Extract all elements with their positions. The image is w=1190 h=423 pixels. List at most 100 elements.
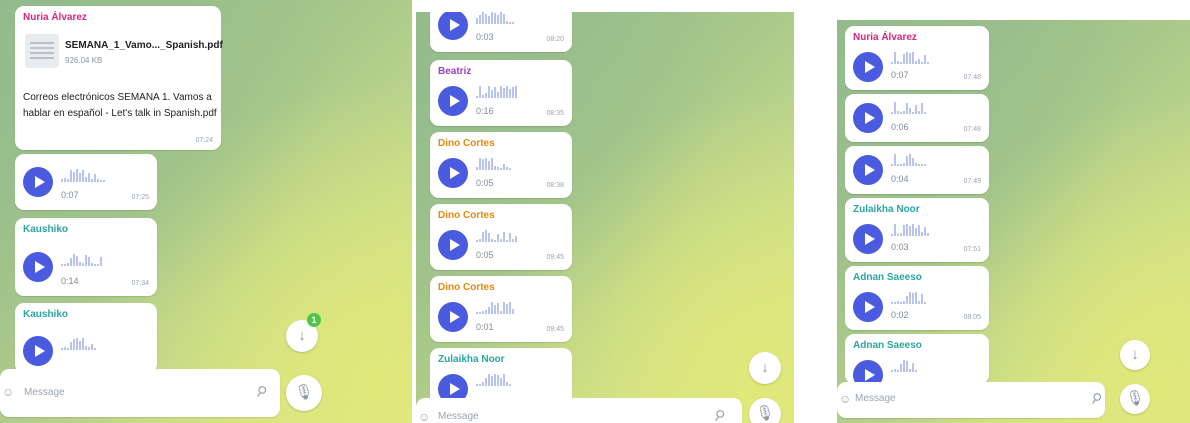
play-button[interactable] (853, 155, 883, 185)
play-button[interactable] (23, 336, 53, 366)
waveform[interactable] (891, 152, 926, 166)
arrow-down-icon: ↓ (761, 359, 769, 376)
voice-message: Zulaikha Noor 0:03 07:51 (845, 198, 989, 262)
arrow-down-icon: ↓ (1131, 346, 1139, 363)
paperclip-icon[interactable]: ⚲ (710, 406, 729, 423)
voice-duration: 0:01 (476, 322, 494, 332)
waveform[interactable] (61, 252, 102, 266)
message-time: 08:35 (546, 110, 564, 117)
play-button[interactable] (438, 12, 468, 40)
waveform[interactable] (476, 300, 514, 314)
sender-name: Dino Cortes (438, 138, 495, 149)
sender-name: Adnan Saeeso (853, 340, 922, 351)
message-time: 08:38 (546, 182, 564, 189)
voice-duration: 0:05 (476, 250, 494, 260)
file-name[interactable]: SEMANA_1_Vamo..._Spanish.pdf (65, 40, 223, 51)
arrow-down-icon: ↓ (298, 327, 306, 344)
message-input[interactable]: Message (855, 393, 896, 404)
sender-name: Dino Cortes (438, 282, 495, 293)
voice-message: Nuria Álvarez 0:07 07:48 (845, 26, 989, 90)
message-input-bar[interactable]: ☺ Message ⚲ (837, 382, 1105, 418)
scroll-down-button[interactable]: ↓ (1120, 340, 1150, 370)
microphone-icon: 🎙 (755, 405, 775, 422)
play-button[interactable] (23, 252, 53, 282)
emoji-icon[interactable]: ☺ (2, 385, 14, 399)
voice-message: Dino Cortes 0:01 09:45 (430, 276, 572, 342)
sender-name: Adnan Saeeso (853, 272, 922, 283)
waveform[interactable] (476, 12, 514, 24)
message-time: 09:45 (546, 254, 564, 261)
voice-duration: 0:04 (891, 174, 909, 184)
message-time: 07:48 (963, 74, 981, 81)
sender-name: Kaushiko (23, 224, 69, 235)
microphone-icon: 🎙 (294, 384, 314, 401)
waveform[interactable] (61, 168, 105, 182)
voice-message: Kaushiko (15, 303, 157, 373)
paperclip-icon[interactable]: ⚲ (252, 382, 271, 402)
sender-name: Zulaikha Noor (853, 204, 920, 215)
message-time: 07:24 (195, 137, 213, 144)
mic-button[interactable]: 🎙 (286, 375, 322, 411)
message-time: 08:20 (546, 36, 564, 43)
sender-name: Beatriz (438, 66, 472, 77)
file-icon[interactable] (25, 34, 59, 68)
sender-name: Kaushiko (23, 309, 69, 320)
play-button[interactable] (438, 230, 468, 260)
sender-name: Nuria Álvarez (23, 12, 87, 23)
voice-message: Adnan Saeeso 0:02 08:05 (845, 266, 989, 330)
voice-message: Dino Cortes 0:05 09:45 (430, 204, 572, 270)
voice-duration: 0:02 (891, 310, 909, 320)
message-input-bar[interactable]: ☺ Message ⚲ (0, 369, 280, 417)
scroll-down-button[interactable]: ↓ (749, 352, 781, 384)
chat-panel-3: Nuria Álvarez 0:07 07:48 0:06 07:48 0:04… (837, 20, 1190, 423)
voice-message: 0:06 07:48 (845, 94, 989, 142)
voice-message: Dino Cortes 0:05 08:38 (430, 132, 572, 198)
waveform[interactable] (476, 228, 517, 242)
play-button[interactable] (438, 158, 468, 188)
mic-button[interactable]: 🎙 (749, 398, 781, 423)
play-button[interactable] (23, 167, 53, 197)
document-message[interactable]: Nuria Álvarez SEMANA_1_Vamo..._Spanish.p… (15, 6, 223, 150)
paperclip-icon[interactable]: ⚲ (1087, 389, 1106, 409)
voice-duration: 0:03 (891, 242, 909, 252)
mic-button[interactable]: 🎙 (1120, 384, 1150, 414)
message-input-bar[interactable]: ☺ Message ⚲ (416, 398, 742, 423)
voice-message: 0:03 08:20 (430, 12, 572, 52)
waveform[interactable] (61, 336, 96, 350)
voice-message: 0:04 07:49 (845, 146, 989, 194)
play-button[interactable] (438, 86, 468, 116)
waveform[interactable] (891, 100, 926, 114)
play-button[interactable] (853, 52, 883, 82)
unread-badge: 1 (307, 313, 321, 327)
waveform[interactable] (476, 156, 511, 170)
voice-duration: 0:03 (476, 32, 494, 42)
waveform[interactable] (476, 84, 517, 98)
emoji-icon[interactable]: ☺ (839, 392, 851, 406)
sender-name: Nuria Álvarez (853, 32, 917, 43)
message-time: 07:25 (131, 194, 149, 201)
waveform[interactable] (891, 222, 929, 236)
sender-name: Dino Cortes (438, 210, 495, 221)
message-input[interactable]: Message (24, 387, 65, 398)
chat-panel-2: 0:03 08:20 Beatriz 0:16 08:35 Dino Corte… (416, 12, 794, 423)
play-button[interactable] (853, 224, 883, 254)
play-button[interactable] (853, 103, 883, 133)
file-size: 926.04 KB (65, 56, 103, 65)
play-button[interactable] (853, 292, 883, 322)
voice-duration: 0:16 (476, 106, 494, 116)
emoji-icon[interactable]: ☺ (418, 410, 430, 423)
voice-message: Adnan Saeeso (845, 334, 989, 390)
chat-panel-1: Nuria Álvarez SEMANA_1_Vamo..._Spanish.p… (0, 0, 412, 423)
message-time: 08:05 (963, 314, 981, 321)
waveform[interactable] (476, 372, 511, 386)
waveform[interactable] (891, 50, 929, 64)
waveform[interactable] (891, 290, 926, 304)
play-button[interactable] (438, 302, 468, 332)
message-time: 07:34 (131, 280, 149, 287)
message-time: 07:49 (963, 178, 981, 185)
waveform[interactable] (891, 358, 917, 372)
sender-name: Zulaikha Noor (438, 354, 505, 365)
voice-duration: 0:05 (476, 178, 494, 188)
message-input[interactable]: Message (438, 411, 479, 422)
microphone-icon: 🎙 (1125, 390, 1145, 407)
